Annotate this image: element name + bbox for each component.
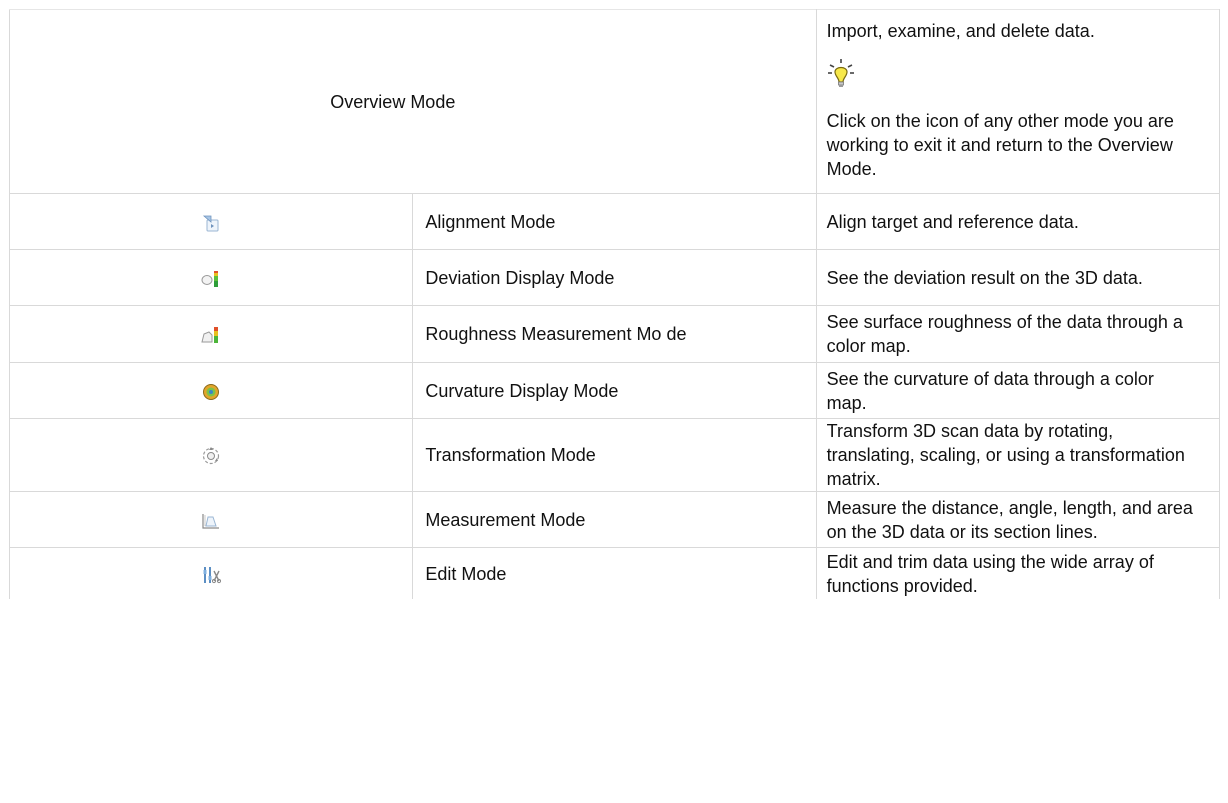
- mode-description-cell: Transform 3D scan data by rotating, tran…: [815, 418, 1221, 492]
- mode-icon-cell: [8, 362, 414, 419]
- mode-name-cell: Deviation Display Mode: [412, 249, 817, 306]
- mode-icon-cell: [8, 193, 414, 250]
- mode-description: Transform 3D scan data by rotating, tran…: [826, 421, 1185, 489]
- mode-name: Measurement Mode: [425, 509, 586, 530]
- alignment-mode-icon: [203, 215, 219, 232]
- mode-description: Import, examine, and delete data.: [826, 21, 1095, 41]
- mode-description-cell: Import, examine, and delete data. Click …: [815, 9, 1221, 194]
- mode-description-cell: Edit and trim data using the wide array …: [815, 547, 1221, 599]
- mode-name: Deviation Display Mode: [425, 267, 615, 288]
- table-row: Roughness Measurement Mo de See surface …: [8, 305, 1221, 363]
- mode-description-cell: Measure the distance, angle, length, and…: [815, 491, 1221, 548]
- deviation-display-mode-icon: [201, 270, 219, 287]
- mode-description: See the curvature of data through a colo…: [826, 368, 1154, 413]
- mode-name: Overview Mode: [330, 91, 456, 112]
- table-row: Transformation Mode Transform 3D scan da…: [8, 418, 1221, 492]
- mode-description-cell: Align target and reference data.: [815, 193, 1221, 250]
- mode-description: See the deviation result on the 3D data.: [826, 267, 1143, 288]
- mode-description-cell: See the deviation result on the 3D data.: [815, 249, 1221, 306]
- mode-icon-cell: [8, 547, 414, 599]
- mode-tip-text: Click on the icon of any other mode you …: [826, 111, 1174, 179]
- mode-icon-cell: [8, 249, 414, 306]
- mode-icon-cell: [8, 305, 414, 363]
- transformation-mode-icon: [203, 447, 220, 465]
- mode-description-cell: See surface roughness of the data throug…: [815, 305, 1221, 363]
- table-row: Alignment Mode Align target and referenc…: [8, 193, 1221, 250]
- mode-description: Edit and trim data using the wide array …: [826, 551, 1154, 596]
- mode-name: Alignment Mode: [425, 211, 556, 232]
- table-row: Deviation Display Mode See the deviation…: [8, 249, 1221, 306]
- curvature-display-mode-icon: [203, 383, 220, 400]
- mode-description: Measure the distance, angle, length, and…: [826, 497, 1193, 542]
- lightbulb-icon: [827, 59, 854, 87]
- mode-name: Roughness Measurement Mo de: [425, 324, 687, 344]
- mode-description-cell: See the curvature of data through a colo…: [815, 362, 1221, 419]
- mode-name-cell: Measurement Mode: [412, 491, 817, 548]
- measurement-mode-icon: [202, 513, 220, 529]
- table-row: Edit Mode Edit and trim data using the w…: [8, 547, 1221, 599]
- mode-name-cell: Curvature Display Mode: [412, 362, 817, 419]
- mode-name: Transformation Mode: [425, 445, 596, 465]
- mode-name-cell: Overview Mode: [9, 9, 817, 194]
- mode-name-cell: Roughness Measurement Mo de: [412, 305, 817, 363]
- mode-name-cell: Edit Mode: [412, 547, 817, 599]
- mode-icon-cell: [8, 418, 414, 492]
- mode-name-cell: Transformation Mode: [412, 418, 817, 492]
- table-row: Measurement Mode Measure the distance, a…: [8, 491, 1221, 548]
- edit-mode-icon: [203, 566, 222, 583]
- mode-icon-cell: [8, 491, 414, 548]
- roughness-measurement-mode-icon: [201, 327, 219, 344]
- mode-name-cell: Alignment Mode: [412, 193, 817, 250]
- table-row: Curvature Display Mode See the curvature…: [8, 362, 1221, 419]
- table-row-overview: Overview Mode Import, examine, and delet…: [9, 9, 1221, 194]
- mode-name: Curvature Display Mode: [425, 380, 619, 401]
- mode-name: Edit Mode: [425, 563, 507, 584]
- mode-description: See surface roughness of the data throug…: [826, 312, 1183, 356]
- modes-table: Overview Mode Import, examine, and delet…: [8, 9, 1221, 599]
- mode-description: Align target and reference data.: [826, 211, 1079, 232]
